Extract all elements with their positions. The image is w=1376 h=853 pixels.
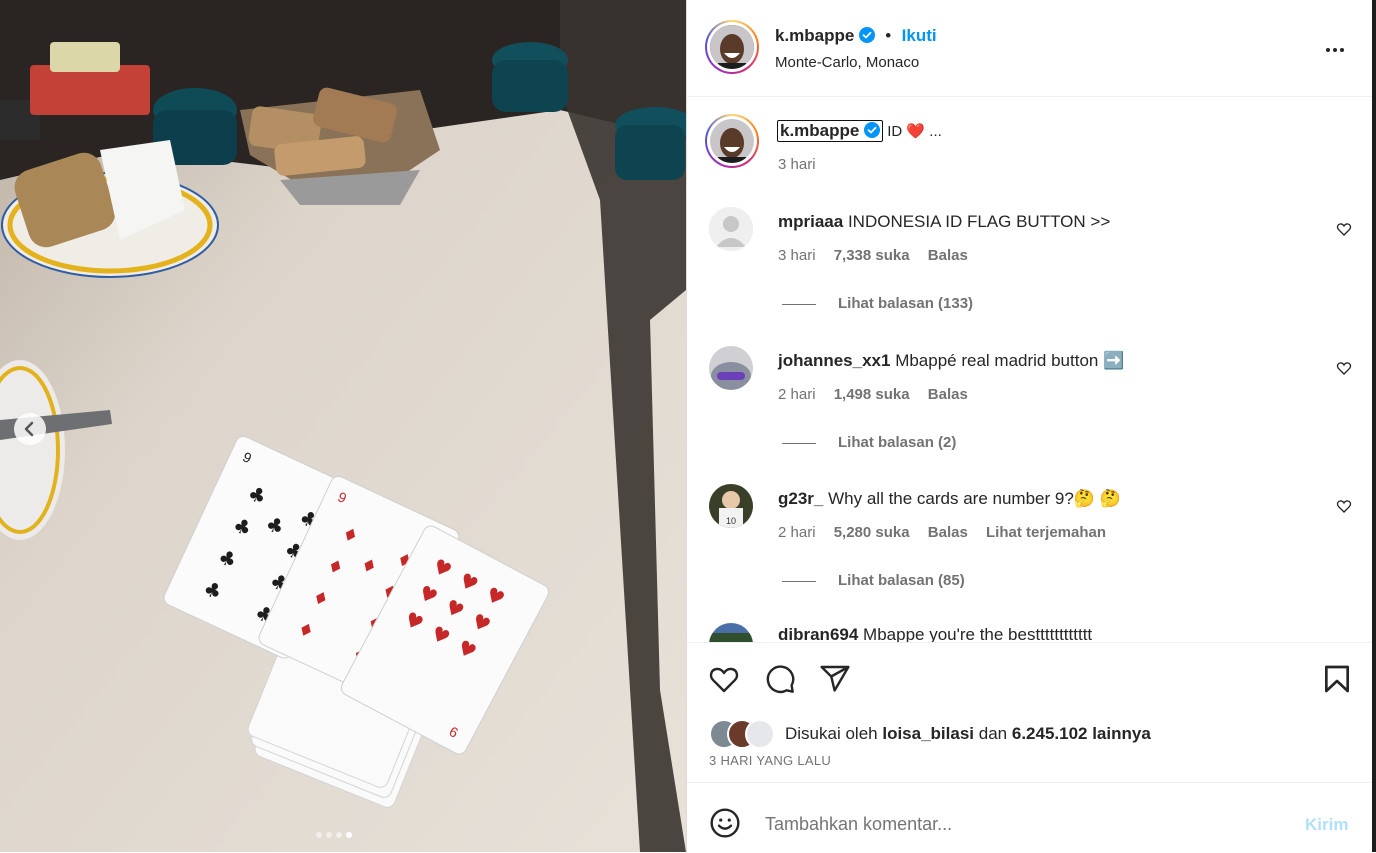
comment-line: dibran694 Mbappe you're the besttttttttt…: [778, 625, 1092, 642]
author-avatar[interactable]: [705, 20, 759, 74]
comment-input[interactable]: [763, 809, 1287, 839]
comment-text: Why all the cards are number 9?🤔 🤔: [828, 489, 1121, 508]
comment-time[interactable]: 3 hari: [778, 247, 816, 264]
default-avatar-icon: [709, 207, 753, 251]
comment-meta: 2 hari 5,280 suka Balas Lihat terjemahan: [778, 524, 1106, 541]
like-icon[interactable]: [708, 663, 740, 695]
follow-button[interactable]: Ikuti: [902, 26, 937, 45]
comment-likes[interactable]: 5,280 suka: [834, 524, 910, 541]
slide-dot: [316, 832, 322, 838]
avatar-image: 10: [709, 484, 753, 528]
replies-dash: [782, 442, 816, 444]
window-edge: [1372, 0, 1376, 852]
post-date[interactable]: 3 HARI YANG LALU: [709, 753, 831, 768]
comment-username[interactable]: g23r_: [778, 489, 823, 508]
verified-badge-icon: [863, 122, 880, 138]
comment-line: mpriaaa INDONESIA ID FLAG BUTTON >>: [778, 212, 1110, 232]
comment-username[interactable]: dibran694: [778, 625, 858, 642]
avatar-image: [710, 25, 754, 69]
slide-dot-active: [346, 832, 352, 838]
post-comment-button[interactable]: Kirim: [1305, 815, 1348, 835]
liked-by-user[interactable]: loisa_bilasi: [882, 724, 974, 743]
caption-text: ID ❤️ ...: [887, 123, 942, 140]
replies-dash: [782, 580, 816, 582]
comment-like-icon[interactable]: [1336, 221, 1352, 237]
separator-dot: •: [885, 26, 892, 45]
commenter-avatar[interactable]: [709, 346, 753, 390]
likes-count[interactable]: 6.245.102 lainnya: [1012, 724, 1151, 743]
avatar-image: [709, 623, 753, 642]
comment-meta: 3 hari 7,338 suka Balas: [778, 247, 968, 264]
comment-text: INDONESIA ID FLAG BUTTON >>: [847, 212, 1111, 231]
comments-section[interactable]: k.mbappe ID ❤️ ... 3 hari mpriaaa INDONE…: [687, 97, 1373, 642]
post-detail-panel: k.mbappe • Ikuti Monte-Carlo, Monaco k.m…: [686, 0, 1373, 852]
liked-by-avatars[interactable]: [709, 719, 779, 749]
add-comment-bar: Kirim: [687, 782, 1373, 853]
author-username[interactable]: k.mbappe: [775, 26, 854, 45]
post-location[interactable]: Monte-Carlo, Monaco: [775, 54, 919, 71]
reply-button[interactable]: Balas: [928, 386, 968, 403]
comment-likes[interactable]: 1,498 suka: [834, 386, 910, 403]
commenter-avatar[interactable]: [709, 207, 753, 251]
comment-text: Mbappé real madrid button ➡️: [895, 351, 1125, 370]
more-horizontal-icon[interactable]: [1323, 38, 1347, 62]
view-replies-button[interactable]: Lihat balasan (133): [782, 295, 973, 312]
chevron-left-icon: [24, 421, 34, 437]
comment-meta: 2 hari 1,498 suka Balas: [778, 386, 968, 403]
view-replies-button[interactable]: Lihat balasan (2): [782, 434, 956, 451]
caption-avatar[interactable]: [705, 114, 759, 168]
post-header: k.mbappe • Ikuti Monte-Carlo, Monaco: [687, 0, 1373, 97]
liker-avatar: [745, 719, 775, 749]
comment-username[interactable]: mpriaaa: [778, 212, 843, 231]
comment-like-icon[interactable]: [1336, 360, 1352, 376]
caption-time[interactable]: 3 hari: [778, 156, 816, 173]
verified-badge-icon: [858, 27, 875, 43]
likes-summary: Disukai oleh loisa_bilasi dan 6.245.102 …: [785, 724, 1151, 743]
post-actions: Disukai oleh loisa_bilasi dan 6.245.102 …: [687, 642, 1373, 783]
save-bookmark-icon[interactable]: [1321, 663, 1353, 695]
caption-username[interactable]: k.mbappe: [777, 120, 883, 142]
slide-dot: [336, 832, 342, 838]
svg-text:10: 10: [726, 516, 736, 526]
comment-icon[interactable]: [764, 663, 796, 695]
commenter-avatar[interactable]: 10: [709, 484, 753, 528]
comment-line: johannes_xx1 Mbappé real madrid button ➡…: [778, 351, 1124, 371]
comment-username[interactable]: johannes_xx1: [778, 351, 890, 370]
see-translation-button[interactable]: Lihat terjemahan: [986, 524, 1106, 541]
slide-dot: [326, 832, 332, 838]
avatar-image: [710, 119, 754, 163]
comment-text: Mbappe you're the bestttttttttttt: [863, 625, 1093, 642]
replies-dash: [782, 303, 816, 305]
view-replies-button[interactable]: Lihat balasan (85): [782, 572, 965, 589]
slide-indicator: [316, 832, 352, 838]
emoji-icon[interactable]: [709, 807, 741, 839]
post-photo: 9 ♣♣ ♣♣♣ ♣♣ ♣♣ 9 ♦♦ ♦♦♦ ♦♦ ♦♦ ♥♥♥ ♥♥♥: [0, 0, 686, 852]
comment-time[interactable]: 2 hari: [778, 524, 816, 541]
commenter-avatar[interactable]: [709, 623, 753, 642]
share-icon[interactable]: [819, 663, 851, 695]
reply-button[interactable]: Balas: [928, 247, 968, 264]
comment-time[interactable]: 2 hari: [778, 386, 816, 403]
comment-like-icon[interactable]: [1336, 498, 1352, 514]
comment-likes[interactable]: 7,338 suka: [834, 247, 910, 264]
previous-slide-button[interactable]: [14, 413, 46, 445]
post-media[interactable]: 9 ♣♣ ♣♣♣ ♣♣ ♣♣ 9 ♦♦ ♦♦♦ ♦♦ ♦♦ ♥♥♥ ♥♥♥: [0, 0, 686, 852]
avatar-image: [709, 346, 753, 390]
reply-button[interactable]: Balas: [928, 524, 968, 541]
comment-line: g23r_ Why all the cards are number 9?🤔 🤔: [778, 489, 1121, 509]
